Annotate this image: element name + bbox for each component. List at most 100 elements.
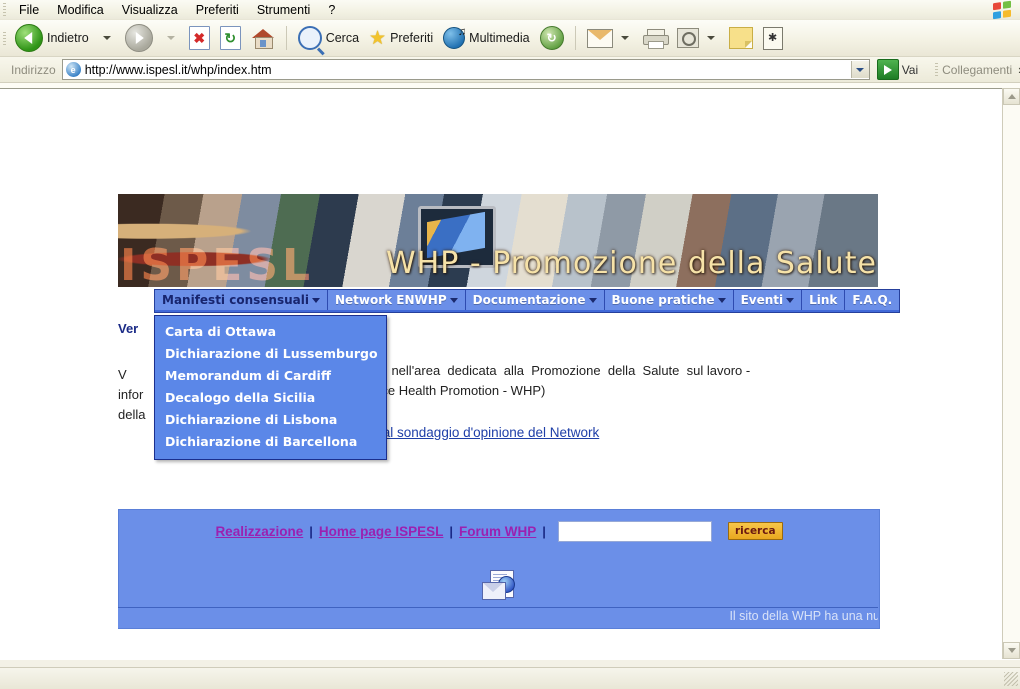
page-favicon-icon: e [65,62,81,77]
footer-search-button[interactable]: ricerca [727,522,783,540]
messenger-icon: ✱ [762,26,783,50]
chevron-down-icon [856,67,865,72]
scrollbar-track[interactable] [1003,105,1020,642]
menu-item-file[interactable]: File [10,1,48,19]
footer-search-input[interactable] [557,520,712,542]
chevron-down-icon [717,297,726,303]
survey-link[interactable]: ipa al sondaggio d'opinione del Network [361,425,599,440]
media-button[interactable]: ♫ Multimedia [438,22,534,54]
page-marquee: Il sito della WHP ha una nu [118,607,878,628]
refresh-button[interactable]: ↻ [215,22,246,54]
dropdown-item-decalogo-sicilia[interactable]: Decalogo della Sicilia [155,387,386,409]
chevron-down-icon [1007,648,1016,653]
dropdown-item-memorandum-cardiff[interactable]: Memorandum di Cardiff [155,365,386,387]
scroll-down-button[interactable] [1003,642,1020,659]
media-button-label: Multimedia [469,31,530,45]
history-button[interactable]: ↻ [535,22,569,54]
go-button[interactable]: Vai [875,58,924,81]
home-button[interactable] [246,22,280,54]
media-globe-icon: ♫ [443,26,466,49]
footer-link-realizzazione[interactable]: Realizzazione [215,524,303,539]
links-grip[interactable] [935,63,939,76]
search-button[interactable]: Cerca [293,22,364,54]
footer-link-home-page-ispesl[interactable]: Home page ISPESL [319,524,444,539]
notes-button[interactable] [724,22,758,54]
mail-button[interactable] [582,22,638,54]
mail-icon [586,28,613,48]
mail-web-icon[interactable] [482,570,518,602]
search-icon [297,26,322,50]
forward-history-dropdown[interactable] [158,22,184,54]
nav-tab-link[interactable]: Link [802,290,846,310]
menu-item-preferiti[interactable]: Preferiti [187,1,248,19]
printer-icon [642,29,669,49]
back-button[interactable]: Indietro [10,22,94,54]
nav-tab-eventi[interactable]: Eventi [733,290,803,310]
dropdown-item-dichiarazione-lisbona[interactable]: Dichiarazione di Lisbona [155,409,386,431]
footer-link-forum-whp[interactable]: Forum WHP [459,524,536,539]
address-dropdown-button[interactable] [850,61,869,78]
print-button[interactable] [638,22,672,54]
menu-grip[interactable] [3,3,6,16]
forward-button[interactable] [120,22,158,54]
web-page: ISPESL WHP - Promozione della Salute Man… [0,89,1003,660]
edit-button[interactable] [672,22,724,54]
vertical-scrollbar[interactable] [1002,88,1020,659]
messenger-button[interactable]: ✱ [758,22,788,54]
history-icon: ↻ [539,26,564,50]
menu-item-help[interactable]: ? [319,1,344,19]
nav-tab-label: Link [809,293,838,307]
toolbar-grip[interactable] [3,31,6,45]
windows-logo-icon [987,1,1017,19]
resize-grip-icon[interactable] [1004,671,1018,686]
nav-tab-documentazione[interactable]: Documentazione [465,290,605,310]
back-arrow-icon [15,24,43,52]
nav-tab-network-enwhp[interactable]: Network ENWHP [327,290,466,310]
banner-title: WHP - Promozione della Salute [386,246,877,281]
toolbar-separator [574,26,576,50]
left-fragment-3: della [118,407,146,422]
menu-item-visualizza[interactable]: Visualizza [113,1,187,19]
forward-arrow-icon [124,24,153,52]
star-icon: ★ [369,27,387,49]
dropdown-item-dichiarazione-barcellona[interactable]: Dichiarazione di Barcellona [155,431,386,453]
address-url-text[interactable]: http://www.ispesl.it/whp/index.htm [85,63,851,77]
browser-window: File Modifica Visualizza Preferiti Strum… [0,0,1020,689]
back-history-dropdown[interactable] [94,22,120,54]
scroll-up-button[interactable] [1003,88,1020,105]
chevron-up-icon [1007,94,1016,99]
chevron-down-icon [311,297,320,303]
ispesl-logo-text: ISPESL [120,240,315,287]
dropdown-item-dichiarazione-lussemburgo[interactable]: Dichiarazione di Lussemburgo [155,343,386,365]
chevron-down-icon [588,297,597,303]
dropdown-item-carta-di-ottawa[interactable]: Carta di Ottawa [155,321,386,343]
refresh-icon: ↻ [219,26,241,50]
chevron-down-icon [786,297,795,303]
links-bar[interactable]: Collegamenti » [932,62,1020,77]
search-button-label: Cerca [325,31,360,45]
browser-toolbar: Indietro ✖ ↻ Cerca ★ Preferiti ♫ Multime… [0,20,1020,57]
go-arrow-icon [876,59,899,80]
chevron-down-icon [166,36,175,40]
nav-tab-label: Documentazione [472,293,586,307]
chevron-down-icon [102,36,111,40]
nav-tab-label: Eventi [740,293,784,307]
edit-page-icon [676,28,699,48]
nav-tab-manifesti-consensuali[interactable]: Manifesti consensuali [155,290,328,310]
footer-separator: | [542,523,546,539]
stop-button[interactable]: ✖ [184,22,215,54]
menu-item-strumenti[interactable]: Strumenti [248,1,320,19]
nav-tab-label: F.A.Q. [852,293,893,307]
nav-tab-faq[interactable]: F.A.Q. [845,290,900,310]
status-bar [0,667,1020,689]
address-input[interactable]: e http://www.ispesl.it/whp/index.htm [61,59,870,80]
go-button-label: Vai [901,62,919,77]
favorites-button[interactable]: ★ Preferiti [364,22,438,54]
footer-links-row: Realizzazione | Home page ISPESL | Forum… [119,510,879,548]
chevron-down-icon [620,36,629,40]
chevron-down-icon [706,36,715,40]
nav-tab-label: Manifesti consensuali [162,293,309,307]
nav-tab-buone-pratiche[interactable]: Buone pratiche [604,290,734,310]
site-banner: ISPESL WHP - Promozione della Salute [118,194,878,287]
menu-item-modifica[interactable]: Modifica [48,1,113,19]
